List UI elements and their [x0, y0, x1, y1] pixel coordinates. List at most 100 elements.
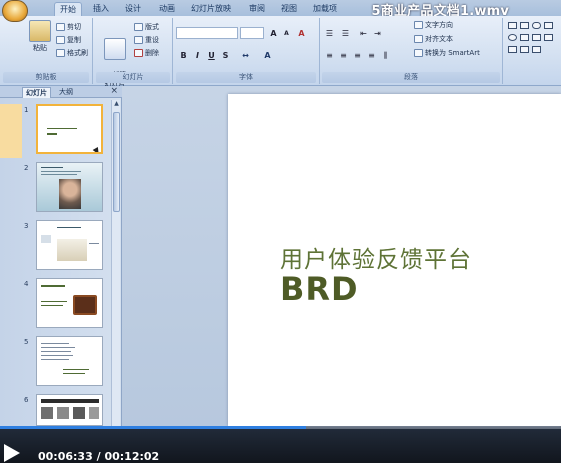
align-text-icon — [414, 35, 423, 43]
bold-button[interactable]: B — [178, 50, 189, 61]
align-right-icon[interactable]: ≡ — [352, 50, 363, 61]
arrow-shape-icon[interactable] — [508, 46, 517, 53]
char-spacing-icon[interactable]: ↔ — [240, 50, 251, 61]
slides-group-label: 幻灯片 — [96, 72, 170, 83]
copy-button[interactable]: 复制 — [56, 35, 81, 45]
format-painter-button[interactable]: 格式刷 — [56, 48, 88, 58]
slide-thumbnail-2[interactable]: 2 — [0, 162, 110, 216]
play-icon[interactable] — [4, 444, 20, 462]
layout-button[interactable]: 版式 — [134, 22, 159, 32]
cut-label: 剪切 — [67, 23, 81, 31]
copy-icon — [56, 36, 65, 44]
slide-thumbnail-1[interactable]: 1 — [0, 104, 110, 158]
align-text-label: 对齐文本 — [425, 35, 453, 43]
increase-indent-icon[interactable]: ⇥ — [372, 28, 383, 39]
shrink-font-button[interactable]: A — [281, 28, 292, 39]
scissors-icon — [56, 23, 65, 31]
tab-insert[interactable]: 插入 — [88, 2, 114, 16]
slide-preview — [36, 394, 103, 426]
scroll-up-icon[interactable]: ▲ — [112, 100, 121, 109]
justify-icon[interactable]: ≡ — [366, 50, 377, 61]
duration: 00:12:02 — [104, 450, 160, 463]
align-left-icon[interactable]: ≡ — [324, 50, 335, 61]
tab-animation[interactable]: 动画 — [154, 2, 180, 16]
slide-preview — [36, 104, 103, 154]
slide-preview — [36, 162, 103, 212]
time-display: 00:06:33 / 00:12:02 — [38, 450, 159, 463]
smartart-button[interactable]: 转换为 SmartArt — [414, 48, 480, 58]
text-direction-button[interactable]: 文字方向 — [414, 20, 453, 30]
star-shape-icon[interactable] — [532, 46, 541, 53]
video-player-bar: 00:06:33 / 00:12:02 — [0, 426, 561, 463]
decrease-indent-icon[interactable]: ⇤ — [358, 28, 369, 39]
new-slide-icon — [104, 38, 126, 60]
tv-icon — [73, 295, 97, 315]
slide-subtitle[interactable]: BRD — [280, 270, 359, 308]
slide-thumbnail-5[interactable]: 5 — [0, 336, 110, 390]
tab-slides[interactable]: 幻灯片 — [22, 87, 51, 98]
delete-slide-button[interactable]: 删除 — [134, 48, 159, 58]
font-family-select[interactable] — [176, 27, 238, 39]
align-text-button[interactable]: 对齐文本 — [414, 34, 453, 44]
align-center-icon[interactable]: ≡ — [338, 50, 349, 61]
triangle-shape-icon[interactable] — [520, 34, 529, 41]
tab-view[interactable]: 视图 — [276, 2, 302, 16]
slides-panel: 幻灯片 大纲 × ▲ 1 2 3 4 5 6 — [0, 86, 122, 426]
font-size-select[interactable] — [240, 27, 264, 39]
close-icon[interactable]: × — [110, 86, 118, 96]
grow-font-button[interactable]: A — [268, 28, 279, 39]
clear-format-button[interactable]: A — [296, 28, 307, 39]
brush-icon — [56, 49, 65, 57]
font-color-icon[interactable]: A — [262, 50, 273, 61]
paste-icon — [29, 20, 51, 42]
connector-shape-icon[interactable] — [532, 34, 541, 41]
office-button[interactable] — [2, 0, 28, 22]
copy-label: 复制 — [67, 36, 81, 44]
scroll-thumb[interactable] — [113, 112, 120, 212]
reset-icon — [134, 36, 143, 44]
numbering-icon[interactable]: ☰ — [340, 28, 351, 39]
underline-button[interactable]: U — [206, 50, 217, 61]
cut-button[interactable]: 剪切 — [56, 22, 81, 32]
curve-shape-icon[interactable] — [544, 34, 553, 41]
slide-canvas[interactable]: 用户体验反馈平台 BRD — [228, 94, 561, 426]
italic-button[interactable]: I — [192, 50, 203, 61]
tab-outline[interactable]: 大纲 — [56, 87, 76, 98]
tab-home[interactable]: 开始 — [54, 2, 82, 16]
slide-number: 3 — [24, 222, 29, 230]
paste-button[interactable]: 粘贴 — [26, 20, 54, 53]
slide-number: 6 — [24, 396, 29, 404]
strikethrough-button[interactable]: S — [220, 50, 231, 61]
slide-workspace: 用户体验反馈平台 BRD — [122, 86, 561, 426]
group-divider — [319, 18, 320, 84]
delete-icon — [134, 49, 143, 57]
layout-icon — [134, 23, 143, 31]
rounded-shape-icon[interactable] — [532, 22, 541, 29]
current-time: 00:06:33 — [38, 450, 93, 463]
slide-number: 4 — [24, 280, 29, 288]
progress-track[interactable] — [0, 426, 561, 429]
slide-preview — [36, 278, 103, 328]
slide-preview — [36, 336, 103, 386]
tab-design[interactable]: 设计 — [120, 2, 146, 16]
text-direction-label: 文字方向 — [425, 21, 453, 29]
slide-title[interactable]: 用户体验反馈平台 — [280, 240, 472, 274]
image-placeholder — [57, 239, 87, 261]
group-divider — [172, 18, 173, 84]
slide-thumbnail-4[interactable]: 4 — [0, 278, 110, 332]
tab-review[interactable]: 审阅 — [244, 2, 270, 16]
slide-thumbnail-3[interactable]: 3 — [0, 220, 110, 274]
group-divider — [92, 18, 93, 84]
panel-scrollbar[interactable]: ▲ — [111, 100, 120, 426]
bullets-icon[interactable]: ☰ — [324, 28, 335, 39]
line-shape-icon[interactable] — [544, 22, 553, 29]
oval-shape-icon[interactable] — [508, 34, 517, 41]
font-group-label: 字体 — [176, 72, 316, 83]
brace-shape-icon[interactable] — [520, 46, 529, 53]
tab-addins[interactable]: 加载项 — [308, 2, 342, 16]
columns-icon[interactable]: ⫼ — [380, 50, 391, 61]
reset-button[interactable]: 重设 — [134, 35, 159, 45]
rectangle-shape-icon[interactable] — [508, 22, 517, 29]
textbox-shape-icon[interactable] — [520, 22, 529, 29]
tab-slideshow[interactable]: 幻灯片放映 — [186, 2, 236, 16]
